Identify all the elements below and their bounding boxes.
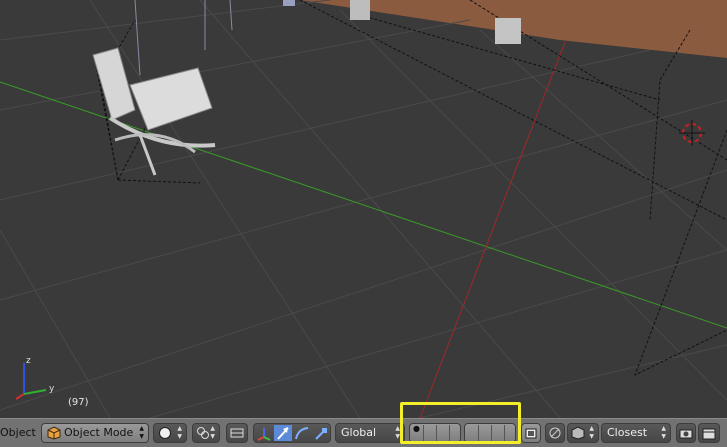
snap-element-dropdown[interactable]: ▲ ▼ [567, 423, 599, 443]
camera-frustum [94, 0, 727, 377]
object-marker [283, 0, 295, 6]
interaction-mode-label: Object Mode [64, 426, 134, 439]
lamp-object [495, 18, 521, 44]
manipulator-icon[interactable] [255, 425, 273, 441]
layers-highlight-box [400, 402, 521, 444]
viewport-scene: z y [0, 0, 727, 418]
translate-icon[interactable] [274, 425, 292, 441]
snap-target-label: Closest [607, 426, 648, 439]
align-icon [230, 428, 244, 438]
transform-orientation-dropdown[interactable]: Global ▲ ▼ [335, 423, 405, 443]
pivot-align-button[interactable] [226, 423, 248, 443]
lamp-object [350, 0, 370, 20]
dropdown-arrows-icon: ▲ ▼ [661, 425, 666, 440]
gizmo-y-label: y [49, 384, 55, 394]
interaction-mode-dropdown[interactable]: Object Mode ▲ ▼ [41, 423, 149, 443]
proportional-edit-button[interactable] [545, 423, 565, 443]
snap-target-dropdown[interactable]: Closest ▲ ▼ [601, 423, 671, 443]
dropdown-arrows-icon: ▲ ▼ [139, 425, 144, 440]
3d-viewport[interactable]: z y (97) [0, 0, 727, 418]
solid-shading-icon [159, 427, 171, 439]
snap-icon [571, 426, 585, 440]
wire-object [134, 0, 233, 76]
layer-lock-button[interactable] [521, 423, 541, 443]
render-anim-icon [702, 428, 716, 440]
dropdown-arrows-icon: ▲ ▼ [210, 425, 215, 440]
render-animation-button[interactable] [698, 423, 720, 443]
3d-cursor-icon [679, 120, 705, 146]
y-axis-line [0, 81, 727, 329]
object-menu-label: Object [0, 426, 36, 439]
manipulator-group [253, 423, 331, 443]
pivot-point-dropdown[interactable]: ▲ ▼ [192, 423, 220, 443]
dropdown-arrows-icon: ▲ ▼ [177, 425, 182, 440]
rotate-icon[interactable] [293, 425, 311, 441]
frame-counter: (97) [68, 397, 89, 408]
proportional-edit-icon [549, 427, 561, 439]
chair-model [92, 47, 216, 176]
viewport-header: Object Object Mode ▲ ▼ ▲ ▼ ▲ ▼ Global ▲ … [0, 418, 727, 447]
scale-icon[interactable] [312, 425, 330, 441]
axis-gizmo-icon [15, 363, 47, 400]
gizmo-z-label: z [26, 356, 31, 366]
dropdown-arrows-icon: ▲ ▼ [589, 425, 594, 440]
viewport-shading-dropdown[interactable]: ▲ ▼ [153, 423, 187, 443]
render-button[interactable] [676, 423, 696, 443]
object-menu[interactable]: Object [0, 423, 36, 443]
transform-orientation-label: Global [341, 426, 377, 439]
render-icon [679, 429, 693, 439]
object-cube-icon [47, 426, 61, 440]
layer-lock-icon [525, 428, 537, 439]
pivot-point-icon [197, 427, 209, 439]
